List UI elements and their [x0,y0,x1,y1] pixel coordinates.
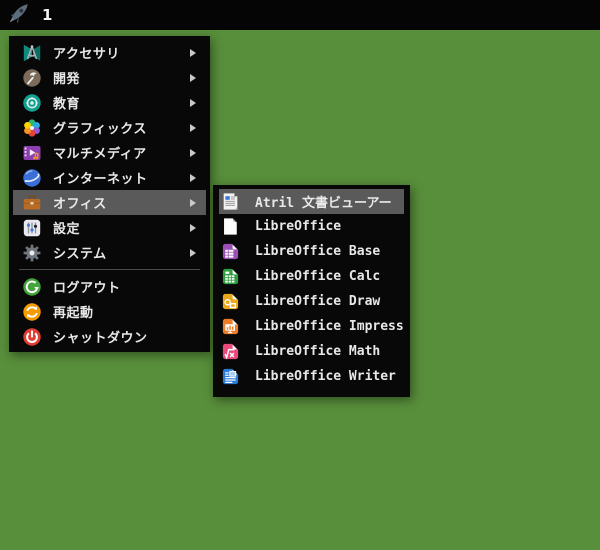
menu-item-internet[interactable]: インターネット [9,165,210,190]
atril-icon [221,192,240,212]
submenu-arrow-icon [190,123,196,132]
submenu-item-libreoffice-math[interactable]: LibreOffice Math [213,339,410,364]
main-menu: アクセサリ 開発 教育 グラフィックス マルチメディア インターネット オフィス… [9,36,210,352]
menu-item-accessories[interactable]: アクセサリ [9,40,210,65]
libreoffice-icon [221,217,240,237]
logout-icon [22,277,42,297]
submenu-arrow-icon [190,98,196,107]
libreoffice-draw-icon [221,292,240,312]
libreoffice-writer-icon [221,367,240,387]
submenu-item-libreoffice-calc[interactable]: LibreOffice Calc [213,264,410,289]
submenu-item-libreoffice-draw[interactable]: LibreOffice Draw [213,289,410,314]
libreoffice-calc-icon [221,267,240,287]
submenu-arrow-icon [190,48,196,57]
shutdown-icon [22,327,42,347]
submenu-item-libreoffice-impress[interactable]: LibreOffice Impress [213,314,410,339]
office-submenu: Atril 文書ビューアー LibreOffice LibreOffice Ba… [213,185,410,397]
education-icon [22,93,42,113]
submenu-item-atril[interactable]: Atril 文書ビューアー [219,189,404,214]
submenu-arrow-icon [190,248,196,257]
accessories-icon [22,43,42,63]
submenu-arrow-icon [190,173,196,182]
office-icon [22,193,42,213]
internet-icon [22,168,42,188]
workspace-indicator[interactable]: 1 [38,6,56,24]
menu-item-development[interactable]: 開発 [9,65,210,90]
menu-item-restart[interactable]: 再起動 [9,299,210,324]
menu-item-graphics[interactable]: グラフィックス [9,115,210,140]
menu-item-multimedia[interactable]: マルチメディア [9,140,210,165]
graphics-icon [22,118,42,138]
submenu-item-libreoffice-base[interactable]: LibreOffice Base [213,239,410,264]
taskbar: 1 [0,0,600,30]
menu-launcher-button[interactable] [6,3,30,27]
multimedia-icon [22,143,42,163]
rocket-icon [7,2,30,29]
development-icon [22,68,42,88]
menu-item-settings[interactable]: 設定 [9,215,210,240]
submenu-item-libreoffice[interactable]: LibreOffice [213,214,410,239]
submenu-arrow-icon [190,223,196,232]
libreoffice-math-icon [221,342,240,362]
menu-item-system[interactable]: システム [9,240,210,265]
submenu-item-libreoffice-writer[interactable]: LibreOffice Writer [213,364,410,389]
submenu-arrow-icon [190,198,196,207]
settings-icon [22,218,42,238]
menu-item-logout[interactable]: ログアウト [9,274,210,299]
menu-item-office[interactable]: オフィス [13,190,206,215]
menu-separator [19,269,200,270]
submenu-arrow-icon [190,148,196,157]
libreoffice-base-icon [221,242,240,262]
menu-item-education[interactable]: 教育 [9,90,210,115]
menu-item-shutdown[interactable]: シャットダウン [9,324,210,349]
submenu-arrow-icon [190,73,196,82]
libreoffice-impress-icon [221,317,240,337]
restart-icon [22,302,42,322]
system-icon [22,243,42,263]
